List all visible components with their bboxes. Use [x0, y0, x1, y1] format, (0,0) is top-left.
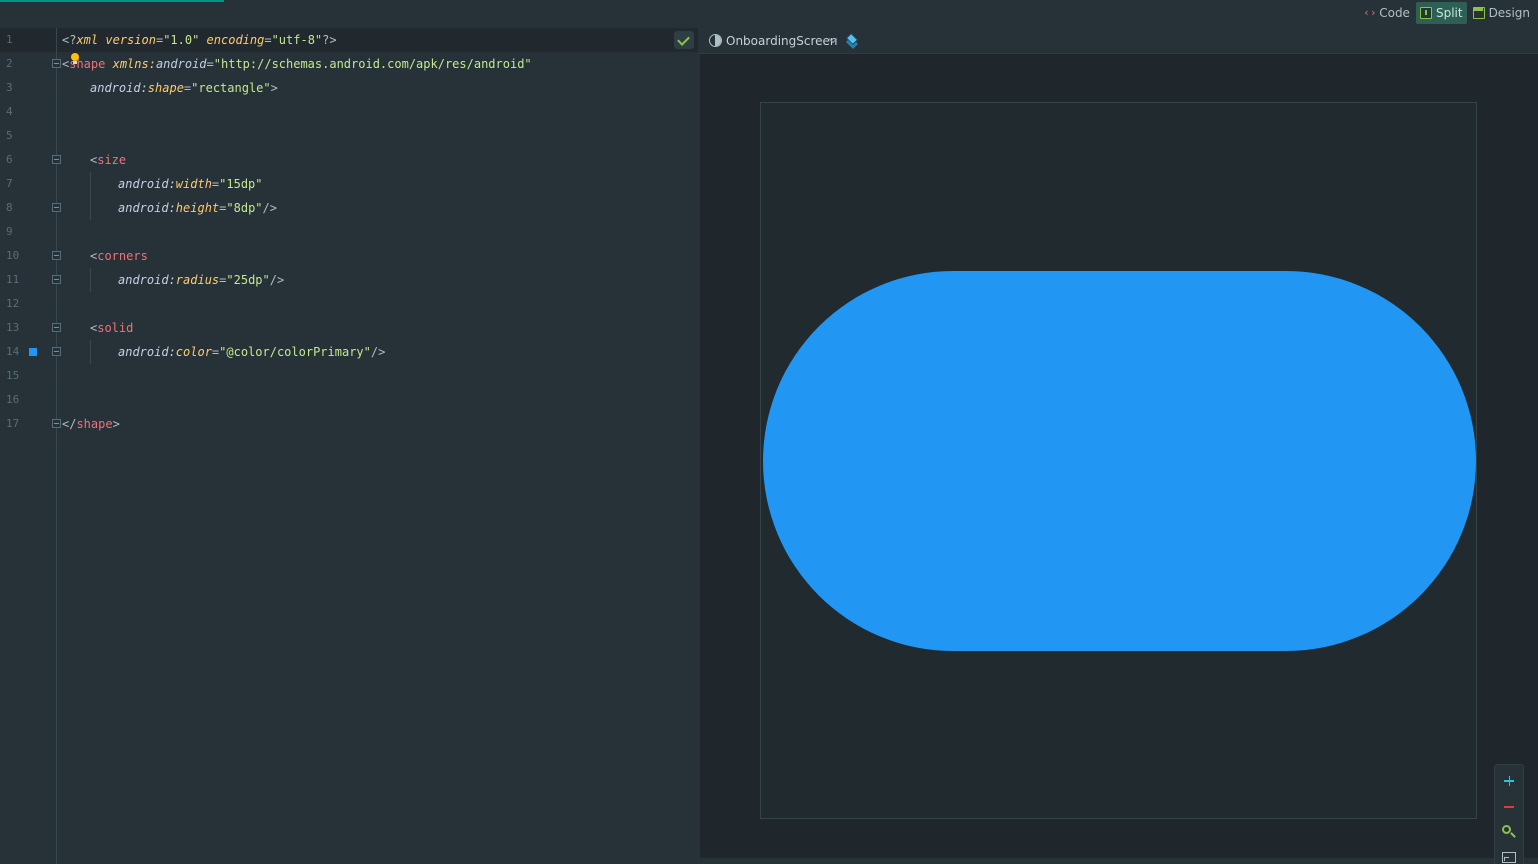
fold-marker[interactable]: [52, 323, 61, 332]
code-line-11: android:radius="25dp"/>: [118, 273, 285, 287]
design-mode-button[interactable]: Design: [1469, 2, 1534, 24]
zoom-out-button[interactable]: [1495, 795, 1523, 819]
zoom-in-button[interactable]: [1495, 769, 1523, 793]
code-line-8: android:height="8dp"/>: [118, 201, 277, 215]
line-number: 3: [6, 81, 13, 94]
code-line-7: android:width="15dp": [118, 177, 263, 191]
zoom-to-fit-button[interactable]: [1495, 820, 1523, 844]
xml-code-editor[interactable]: 1 2 3 4 5 6 7 8 9 10 11 12 13 14 15 16 1…: [0, 28, 698, 864]
code-mode-label: Code: [1379, 6, 1410, 20]
code-line-3: android:shape="rectangle">: [90, 81, 278, 95]
code-lines: <?xml version="1.0" encoding="utf-8"?> <…: [62, 28, 532, 431]
design-icon: [1472, 7, 1485, 19]
design-toolbar: OnboardingScreen: [698, 28, 1538, 54]
code-mode-button[interactable]: ‹› Code: [1359, 2, 1414, 24]
line-number: 8: [6, 201, 13, 214]
line-number: 5: [6, 129, 13, 142]
line-number: 9: [6, 225, 13, 238]
active-tab-indicator: [0, 0, 224, 2]
line-number: 17: [6, 417, 20, 430]
code-line-2: <shape xmlns:android="http://schemas.and…: [62, 57, 532, 71]
line-number: 12: [6, 297, 20, 310]
view-mode-switcher: ‹› Code Split Design: [1359, 2, 1538, 24]
code-line-14: android:color="@color/colorPrimary"/>: [118, 345, 386, 359]
lightbulb-intention-icon[interactable]: [68, 52, 82, 66]
design-preview-pane: OnboardingScreen: [698, 28, 1538, 864]
fold-marker[interactable]: [52, 59, 61, 68]
theme-icon[interactable]: [709, 34, 722, 47]
line-number: 11: [6, 273, 20, 286]
design-mode-label: Design: [1488, 6, 1530, 20]
fold-marker[interactable]: [52, 155, 61, 164]
split-mode-button[interactable]: Split: [1415, 2, 1467, 24]
code-line-10: <corners: [90, 249, 148, 263]
rounded-shape-preview: [763, 271, 1476, 651]
layers-icon[interactable]: [845, 32, 861, 50]
code-line-6: <size: [90, 153, 127, 167]
split-mode-label: Split: [1435, 6, 1463, 20]
actual-size-button[interactable]: [1495, 845, 1523, 864]
code-icon: ‹›: [1363, 6, 1377, 19]
zoom-controls: [1494, 764, 1524, 864]
editor-tab-strip: ‹› Code Split Design: [0, 0, 1538, 28]
preview-canvas[interactable]: [700, 54, 1538, 864]
line-number: 10: [6, 249, 20, 262]
line-number: 2: [6, 57, 13, 70]
fold-marker[interactable]: [52, 419, 61, 428]
line-number: 1: [6, 33, 13, 46]
line-number: 6: [6, 153, 13, 166]
gutter-separator: [56, 28, 57, 864]
fold-marker[interactable]: [52, 203, 61, 212]
fold-marker[interactable]: [52, 347, 61, 356]
configuration-dropdown[interactable]: OnboardingScreen: [726, 28, 838, 54]
line-number: 4: [6, 105, 13, 118]
fold-marker[interactable]: [52, 251, 61, 260]
line-number: 13: [6, 321, 20, 334]
code-line-1: <?xml version="1.0" encoding="utf-8"?>: [62, 33, 337, 47]
color-preview-chip[interactable]: [29, 348, 37, 356]
code-line-17: </shape>: [62, 417, 120, 431]
drawable-preview-frame: [760, 102, 1477, 819]
line-number: 7: [6, 177, 13, 190]
line-number: 16: [6, 393, 20, 406]
code-line-13: <solid: [90, 321, 134, 335]
fold-marker[interactable]: [52, 275, 61, 284]
no-problems-check-icon[interactable]: [674, 31, 694, 49]
line-number: 14: [6, 345, 20, 358]
line-number: 15: [6, 369, 20, 382]
split-icon: [1419, 7, 1432, 19]
